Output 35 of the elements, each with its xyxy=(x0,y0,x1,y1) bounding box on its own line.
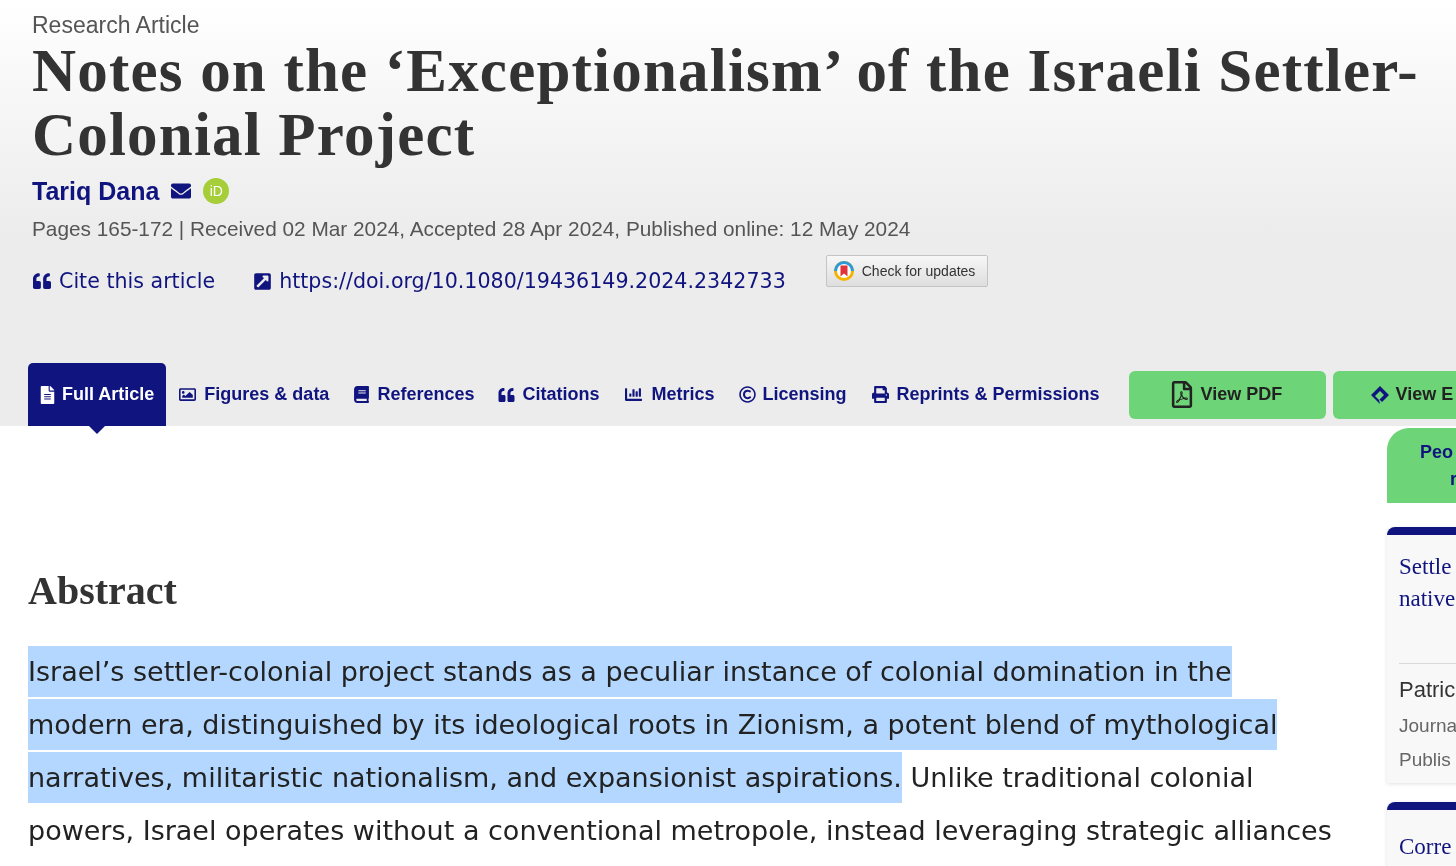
bar-chart-icon xyxy=(623,386,645,403)
publication-details: Pages 165-172 | Received 02 Mar 2024, Accepted 28 Apr 2024, Published online: 12 May 2024 xyxy=(32,217,911,241)
bookmark-badge-icon xyxy=(833,261,854,281)
image-icon xyxy=(178,386,198,403)
mail-icon[interactable] xyxy=(169,181,194,201)
view-pdf-button[interactable]: View PDF xyxy=(1128,370,1326,419)
check-for-updates-button[interactable]: Check for updates xyxy=(825,255,988,287)
quote-icon xyxy=(498,386,516,403)
article-title-link[interactable]: Corre xyxy=(1399,831,1452,863)
sidebar-tab[interactable]: Peo r xyxy=(1387,428,1456,503)
cite-link[interactable]: Cite this article xyxy=(32,267,216,295)
tab-pointer-icon xyxy=(89,426,106,434)
article-title: Notes on the ‘Exceptionalism’ of the Israeli Settler-Colonial Project xyxy=(32,39,1420,167)
tab[interactable]: Reprints & Permissions xyxy=(858,363,1112,426)
external-link-icon xyxy=(253,271,273,291)
abstract-heading: Abstract xyxy=(28,567,177,615)
document-icon xyxy=(40,385,55,404)
card-detail-text: Publis xyxy=(1399,748,1451,772)
quote-icon xyxy=(32,272,52,290)
printer-icon xyxy=(870,386,890,403)
copyright-icon xyxy=(738,386,756,403)
tab[interactable]: Figures & data xyxy=(166,363,342,426)
article-title-link[interactable]: Settle native xyxy=(1399,551,1456,615)
author-name: Patric xyxy=(1399,676,1456,704)
tab[interactable]: Metrics xyxy=(611,363,727,426)
view-epub-button[interactable]: View E xyxy=(1332,370,1456,419)
doi-link[interactable]: https://doi.org/10.1080/19436149.2024.2342733 xyxy=(253,267,786,295)
tab[interactable]: Licensing xyxy=(726,363,859,426)
article-type: Research Article xyxy=(32,12,200,38)
pdf-file-icon xyxy=(1170,381,1193,408)
diamond-icon xyxy=(1369,384,1390,405)
tab[interactable]: Citations xyxy=(486,363,612,426)
tab[interactable]: References xyxy=(341,363,487,426)
author-name[interactable]: Tariq Dana xyxy=(32,176,160,206)
book-icon xyxy=(353,386,371,403)
